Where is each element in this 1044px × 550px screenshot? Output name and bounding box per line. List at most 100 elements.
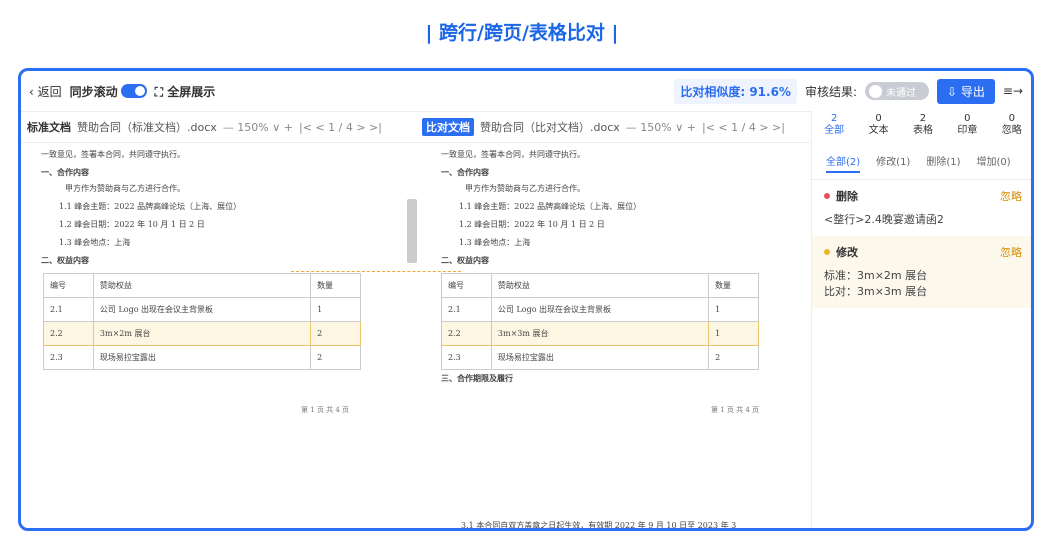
table-cell: 2.3: [441, 345, 492, 370]
diff-compare-value: 比对：3m×3m 展台: [824, 285, 928, 298]
table-header-row: 编号 赞助权益 数量: [441, 273, 759, 298]
doc-text: 3.1 本合同自双方盖章之日起生效，有效期 2022 年 9 月 10 日至 2…: [461, 521, 737, 530]
table-cell: 3m×3m 展台: [490, 321, 710, 346]
table-header-cell: 赞助权益: [92, 273, 312, 298]
doc-text: 甲方作为赞助商与乙方进行合作。: [465, 184, 585, 193]
diff-standard-value: 标准：3m×2m 展台: [824, 269, 928, 282]
delete-dot-icon: [824, 193, 830, 199]
table-header-row: 编号 赞助权益 数量: [43, 273, 361, 298]
table-cell: 2.2: [441, 321, 492, 346]
top-toolbar: ‹ 返回 同步滚动 ⛶ 全屏展示 比对相似度: 91.6% 审核结果: 未通过 …: [21, 71, 1031, 111]
table-cell: 2: [310, 345, 361, 370]
subtab-deleted[interactable]: 删除(1): [926, 153, 960, 173]
category-ignored-count: 0: [1008, 113, 1015, 124]
review-toggle-label: 未通过: [886, 87, 917, 99]
table-cell: 2: [708, 345, 759, 370]
toggle-knob: [869, 84, 883, 98]
compare-doc-tag: 比对文档: [422, 118, 474, 136]
review-toggle[interactable]: 未通过: [865, 82, 930, 100]
table-cell: 2.1: [43, 297, 94, 322]
table-cell: 1: [310, 297, 361, 322]
doc-text: 1.1 峰会主题：2022 品牌高峰论坛（上海、展位）: [59, 202, 242, 211]
similarity-badge: 比对相似度: 91.6%: [674, 78, 797, 104]
sync-scroll-switch[interactable]: [120, 84, 147, 98]
table-row: 2.3 现场易拉宝露出 2: [441, 345, 759, 370]
table-cell: 2.3: [43, 345, 94, 370]
doc-heading: 一、合作内容: [41, 167, 89, 177]
left-zoom-control[interactable]: — 150% ∨ +: [223, 121, 293, 134]
subtab-added[interactable]: 增加(0): [977, 153, 1011, 173]
back-button[interactable]: ‹ 返回: [29, 83, 62, 100]
category-table-label: 表格: [912, 125, 933, 136]
table-cell: 现场易拉宝露出: [490, 345, 710, 370]
table-row-modified[interactable]: 2.2 3m×3m 展台 1: [441, 321, 759, 346]
category-table[interactable]: 2 表格: [913, 113, 933, 143]
right-pager[interactable]: |< < 1 / 4 > >|: [702, 121, 785, 134]
standard-doc-tag: 标准文档: [27, 121, 71, 134]
table-header-cell: 编号: [441, 273, 492, 298]
doc-heading: 二、权益内容: [441, 255, 489, 265]
compare-window: ‹ 返回 同步滚动 ⛶ 全屏展示 比对相似度: 91.6% 审核结果: 未通过 …: [18, 68, 1034, 531]
ignore-button[interactable]: 忽略: [1000, 244, 1022, 260]
table-header-cell: 赞助权益: [490, 273, 710, 298]
doc-text: 1.1 峰会主题：2022 品牌高峰论坛（上海、展位）: [459, 202, 642, 211]
table-cell: 2.1: [441, 297, 492, 322]
table-header-cell: 编号: [43, 273, 94, 298]
diff-category-bar: 2 全部 0 文本 2 表格 0 印章 0 忽略: [812, 111, 1031, 143]
category-stamp-label: 印章: [957, 125, 978, 136]
category-all-count: 2: [831, 113, 838, 124]
left-pager[interactable]: |< < 1 / 4 > >|: [299, 121, 382, 134]
category-text-count: 0: [875, 113, 882, 124]
diff-side-panel: 2 全部 0 文本 2 表格 0 印章 0 忽略 全部(2) 修改(1) 删除(…: [811, 111, 1031, 528]
doc-text: 一致意见，签署本合同，共同遵守执行。: [441, 150, 585, 159]
standard-doc-pane[interactable]: 一致意见，签署本合同，共同遵守执行。 一、合作内容 甲方作为赞助商与乙方进行合作…: [21, 143, 406, 528]
rights-table-compare: 编号 赞助权益 数量 2.1 公司 Logo 出现在会议主背景板 1 2.2 3…: [441, 273, 759, 370]
diff-subtabs: 全部(2) 修改(1) 删除(1) 增加(0): [812, 143, 1031, 180]
table-cell: 3m×2m 展台: [92, 321, 312, 346]
doc-text: 1.3 峰会地点：上海: [59, 238, 131, 247]
fullscreen-button[interactable]: ⛶ 全屏展示: [155, 83, 216, 100]
table-cell: 1: [708, 321, 759, 346]
category-table-count: 2: [919, 113, 927, 124]
collapse-panel-icon[interactable]: ≡→: [1003, 84, 1023, 98]
sync-scroll-toggle[interactable]: 同步滚动: [70, 83, 147, 100]
doc-text: 一致意见，签署本合同，共同遵守执行。: [41, 150, 185, 159]
category-ignored[interactable]: 0 忽略: [1002, 113, 1022, 143]
doc-heading: 三、合作期限及履行: [441, 373, 513, 383]
doc-heading: 一、合作内容: [441, 167, 489, 177]
page-number: 第 1 页 共 4 页: [711, 406, 760, 414]
category-stamp[interactable]: 0 印章: [957, 113, 977, 143]
diff-type-label: 修改: [836, 246, 858, 259]
category-stamp-count: 0: [964, 113, 971, 124]
export-button[interactable]: ⇩ 导出: [937, 78, 995, 104]
subtab-all[interactable]: 全部(2): [826, 153, 861, 173]
compare-doc-pane[interactable]: 一致意见，签署本合同，共同遵守执行。 一、合作内容 甲方作为赞助商与乙方进行合作…: [421, 143, 811, 530]
doc-text: 甲方作为赞助商与乙方进行合作。: [65, 184, 185, 193]
category-all[interactable]: 2 全部: [824, 113, 844, 143]
table-cell: 现场易拉宝露出: [92, 345, 312, 370]
doc-text: 1.2 峰会日期：2022 年 10 月 1 日 2 日: [59, 220, 205, 229]
table-row: 2.3 现场易拉宝露出 2: [43, 345, 361, 370]
doc-heading: 二、权益内容: [41, 255, 89, 265]
ignore-button[interactable]: 忽略: [1000, 188, 1022, 204]
table-cell: 公司 Logo 出现在会议主背景板: [490, 297, 710, 322]
table-cell: 1: [708, 297, 759, 322]
table-cell: 公司 Logo 出现在会议主背景板: [92, 297, 312, 322]
table-header-cell: 数量: [708, 273, 759, 298]
category-text-label: 文本: [868, 125, 889, 136]
table-row: 2.1 公司 Logo 出现在会议主背景板 1: [441, 297, 759, 322]
category-text[interactable]: 0 文本: [869, 113, 889, 143]
scrollbar-thumb[interactable]: [407, 199, 417, 263]
review-label: 审核结果:: [804, 84, 858, 99]
subtab-modified[interactable]: 修改(1): [876, 153, 910, 173]
diff-detail: <整行>2.4晚宴邀请函2: [824, 213, 944, 226]
standard-doc-filename: 赞助合同（标准文档）.docx: [77, 121, 217, 134]
diff-card-modify[interactable]: 修改 忽略 标准：3m×2m 展台 比对：3m×3m 展台: [812, 236, 1031, 308]
similarity-label: 比对相似度:: [680, 84, 746, 99]
right-zoom-control[interactable]: — 150% ∨ +: [626, 121, 696, 134]
table-row-modified[interactable]: 2.2 3m×2m 展台 2: [43, 321, 361, 346]
category-ignored-label: 忽略: [1001, 125, 1022, 136]
diff-card-delete[interactable]: 删除 忽略 <整行>2.4晚宴邀请函2: [812, 180, 1031, 236]
doc-text: 1.3 峰会地点：上海: [459, 238, 531, 247]
fullscreen-label: ⛶ 全屏展示: [154, 84, 216, 99]
